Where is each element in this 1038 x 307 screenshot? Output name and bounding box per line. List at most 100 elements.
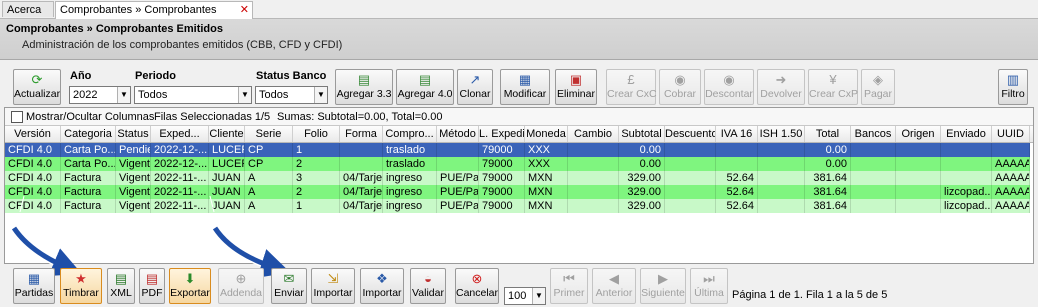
table-cell: MXN <box>525 171 568 185</box>
importar-label-1: Importar <box>313 287 353 299</box>
column-header[interactable]: Forma <box>340 126 383 142</box>
table-cell <box>665 171 716 185</box>
xml-button[interactable]: ▤ XML <box>107 268 135 304</box>
table-cell: ingreso <box>383 185 437 199</box>
tab-comprobantes-emitidos[interactable]: Comprobantes » Comprobantes Emitidos✕ <box>55 1 253 32</box>
agregar-33-button[interactable]: ▤ Agregar 3.3 <box>335 69 393 105</box>
ultima-button[interactable]: ⏭ Última <box>690 268 728 304</box>
partidas-button[interactable]: ▦ Partidas <box>13 268 55 304</box>
siguiente-button[interactable]: ▶ Siguiente <box>640 268 686 304</box>
enviar-button[interactable]: ✉ Enviar <box>271 268 307 304</box>
column-header[interactable]: Total <box>805 126 851 142</box>
agregar-40-button[interactable]: ▤ Agregar 4.0 <box>396 69 454 105</box>
table-icon: ▦ <box>27 271 41 286</box>
column-header[interactable]: Enviado <box>941 126 992 142</box>
column-header[interactable]: L. Expedi... <box>479 126 525 142</box>
ultima-label: Última <box>694 287 724 299</box>
addenda-button[interactable]: ⊕ Addenda <box>218 268 264 304</box>
table-cell <box>851 199 896 213</box>
column-header[interactable]: Cliente <box>209 126 245 142</box>
close-icon[interactable]: ✕ <box>240 2 249 18</box>
devolver-button[interactable]: ➜ Devolver <box>757 69 805 105</box>
mostrar-columnas-checkbox[interactable] <box>11 111 23 123</box>
status-banco-select[interactable]: Todos ▼ <box>255 86 328 104</box>
column-header[interactable]: Moneda <box>525 126 568 142</box>
table-cell: 3 <box>293 171 340 185</box>
table-cell <box>758 143 805 157</box>
primer-label: Primer <box>553 287 585 299</box>
add-document-icon: ▤ <box>418 72 432 87</box>
column-header[interactable]: Categoria <box>61 126 116 142</box>
pagination-status: Página 1 de 1. Fila 1 a la 5 de 5 <box>732 289 888 301</box>
filter-icon: ▥ <box>1006 72 1020 87</box>
page-header: Comprobantes » Comprobantes Emitidos Adm… <box>0 19 1038 60</box>
previous-page-icon: ◀ <box>609 271 619 286</box>
exportar-button[interactable]: ⬇ Exportar <box>169 268 211 304</box>
tab-acerca-de[interactable]: Acerca de <box>2 1 54 32</box>
column-header[interactable]: Método <box>437 126 479 142</box>
column-header[interactable]: IVA 16 <box>716 126 758 142</box>
eliminar-button[interactable]: ▣ Eliminar <box>555 69 597 105</box>
table-cell <box>896 157 941 171</box>
page-title: Comprobantes » Comprobantes Emitidos <box>6 23 223 35</box>
mostrar-columnas-label[interactable]: Mostrar/Ocultar Columnas <box>26 111 154 123</box>
table-cell: AAAAA... <box>992 199 1030 213</box>
validate-icon: ◒ <box>424 271 432 286</box>
cancelar-button[interactable]: ⊗ Cancelar <box>455 268 499 304</box>
column-header[interactable]: Exped... <box>151 126 209 142</box>
table-cell: 329.00 <box>619 171 665 185</box>
crear-cxc-button[interactable]: £ Crear CxC <box>606 69 657 105</box>
anio-select[interactable]: 2022 ▼ <box>69 86 131 104</box>
table-cell: lizcopad... <box>941 199 992 213</box>
table-row[interactable]: CFDI 4.0FacturaVigente2022-11-...JUAN L.… <box>5 171 1030 185</box>
modificar-button[interactable]: ▦ Modificar <box>500 69 550 105</box>
table-cell <box>716 157 758 171</box>
table-cell: 2 <box>293 157 340 171</box>
column-header[interactable]: ISH 1.50 <box>758 126 805 142</box>
table-row[interactable]: CFDI 4.0FacturaVigente2022-11-...JUAN L.… <box>5 199 1030 213</box>
importar-button-2[interactable]: ❖ Importar <box>360 268 404 304</box>
agregar-40-label: Agregar 4.0 <box>397 88 453 100</box>
table-cell: lizcopad... <box>941 185 992 199</box>
column-header[interactable]: UUID <box>992 126 1030 142</box>
table-cell: 04/Tarjet... <box>340 199 383 213</box>
primer-button[interactable]: ⏮ Primer <box>550 268 588 304</box>
descontar-button[interactable]: ◉ Descontar <box>704 69 754 105</box>
pdf-button[interactable]: ▤ PDF <box>139 268 165 304</box>
delete-document-icon: ▣ <box>569 72 583 87</box>
actualizar-button[interactable]: ⟳ Actualizar <box>13 69 61 105</box>
column-header[interactable]: Descuento <box>665 126 716 142</box>
column-header[interactable]: Cambio <box>568 126 619 142</box>
column-header[interactable]: Versión <box>5 126 61 142</box>
column-header[interactable]: Bancos <box>851 126 896 142</box>
column-header[interactable]: Subtotal <box>619 126 665 142</box>
clonar-button[interactable]: ↗ Clonar <box>457 69 493 105</box>
table-row[interactable]: CFDI 4.0FacturaVigente2022-11-...JUAN L.… <box>5 185 1030 199</box>
validar-button[interactable]: ◒ Validar <box>410 268 446 304</box>
importar-button-1[interactable]: ⇲ Importar <box>311 268 355 304</box>
pagar-label: Pagar <box>863 88 893 100</box>
table-row[interactable]: CFDI 4.0Carta Po...Vigente2022-12-...LUC… <box>5 157 1030 171</box>
column-header[interactable]: Compro... <box>383 126 437 142</box>
table-cell: PUE/Pag... <box>437 171 479 185</box>
table-cell <box>568 185 619 199</box>
table-header: Versión Categoria Status Exped... Cliente Ser… <box>5 126 1033 143</box>
send-mail-icon: ✉ <box>283 271 295 286</box>
cancel-icon: ⊗ <box>471 271 483 286</box>
crear-cxp-button[interactable]: ¥ Crear CxP <box>808 69 858 105</box>
column-header[interactable]: Folio <box>293 126 340 142</box>
table-row[interactable]: CFDI 4.0Carta Po...Pendiente2022-12-...L… <box>5 143 1030 157</box>
column-header[interactable]: Serie <box>245 126 293 142</box>
cobrar-button[interactable]: ◉ Cobrar <box>659 69 701 105</box>
pagar-button[interactable]: ◈ Pagar <box>861 69 895 105</box>
periodo-select[interactable]: Todos ▼ <box>134 86 252 104</box>
timbrar-button[interactable]: ★ Timbrar <box>60 268 102 304</box>
column-header[interactable]: Status <box>116 126 151 142</box>
page-size-select[interactable]: 100 ▼ <box>504 287 546 305</box>
table-cell <box>896 143 941 157</box>
table-cell: 329.00 <box>619 199 665 213</box>
anterior-button[interactable]: ◀ Anterior <box>592 268 636 304</box>
filtro-button[interactable]: ▥ Filtro <box>998 69 1028 105</box>
column-header[interactable]: Origen <box>896 126 941 142</box>
table-cell: A <box>245 171 293 185</box>
